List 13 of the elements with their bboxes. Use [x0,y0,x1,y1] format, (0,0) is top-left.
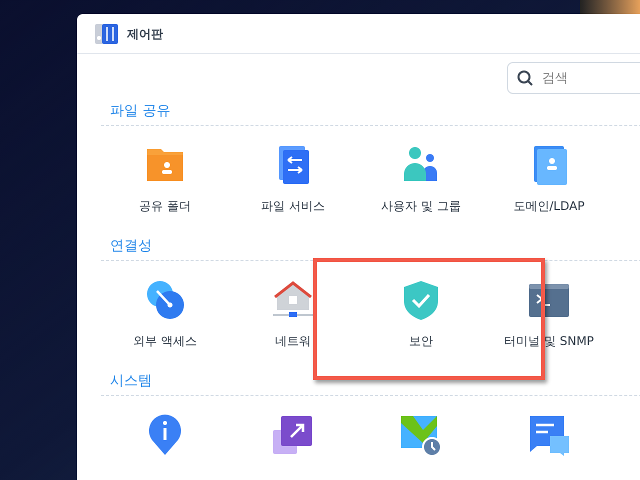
item-label[interactable]: 파일 서비스 [261,197,325,215]
window-title: 제어판 [127,26,163,42]
item-label[interactable]: 공유 폴더 [139,197,191,215]
item-label[interactable]: 외부 액세스 [133,332,197,350]
item-label[interactable]: 사용자 및 그룹 [381,197,461,215]
section-heading: 연결성 [109,237,152,256]
item-label[interactable]: 네트워 [275,332,311,350]
section-heading: 시스템 [109,372,152,391]
item-label[interactable]: 도메인/LDAP [513,197,585,215]
search-field[interactable]: 검색 [507,62,640,94]
item-label[interactable]: 터미널 및 SNMP [504,332,594,350]
item-label[interactable]: 보안 [409,332,433,350]
section-heading: 파일 공유 [109,102,170,121]
